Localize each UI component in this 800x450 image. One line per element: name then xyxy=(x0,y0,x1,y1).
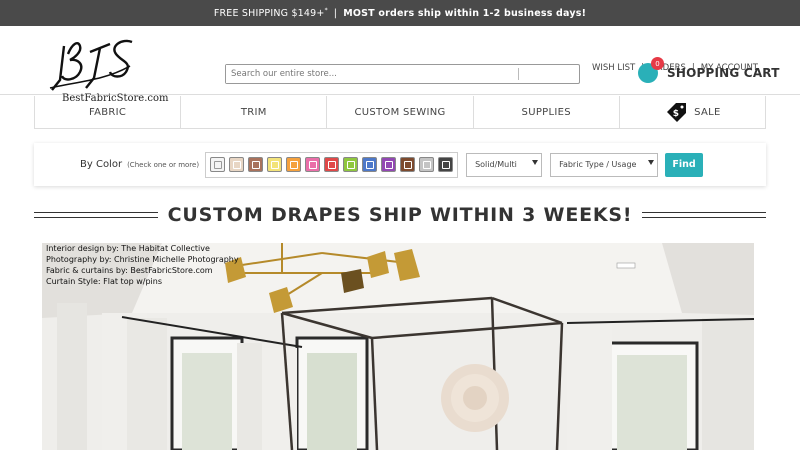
color-swatch[interactable] xyxy=(305,157,321,172)
shopping-cart-link[interactable]: 0 SHOPPING CART xyxy=(638,57,780,83)
main-nav: FABRIC TRIM CUSTOM SEWING SUPPLIES $ SAL… xyxy=(34,96,766,129)
fabric-type-select[interactable]: Fabric Type / Usage xyxy=(550,152,659,177)
promo-shipping-text: FREE SHIPPING $149+ xyxy=(213,8,325,20)
nav-item-label: SALE xyxy=(694,106,721,118)
credit-curtain-style: Curtain Style: Flat top w/pins xyxy=(46,277,162,286)
chevron-down-icon xyxy=(648,159,655,165)
site-header: BestFabricStore.com WISH LIST | ORDERS |… xyxy=(0,26,800,104)
chevron-down-icon xyxy=(532,159,539,165)
swatch-checkbox[interactable] xyxy=(403,160,412,169)
nav-item-trim[interactable]: TRIM xyxy=(181,96,328,128)
credit-fabric: Fabric & curtains by: BestFabricStore.co… xyxy=(46,266,213,275)
search-box xyxy=(225,64,580,84)
credit-photography: Photography by: Christine Michelle Photo… xyxy=(46,255,239,264)
pattern-select[interactable]: Solid/Multi xyxy=(466,152,543,177)
swatch-checkbox[interactable] xyxy=(441,160,450,169)
promo-bar: FREE SHIPPING $149+* | MOST orders ship … xyxy=(0,0,800,26)
swatch-checkbox[interactable] xyxy=(270,160,279,169)
color-swatch[interactable] xyxy=(400,157,416,172)
color-swatch[interactable] xyxy=(343,157,359,172)
nav-item-fabric[interactable]: FABRIC xyxy=(35,96,182,128)
search-input[interactable] xyxy=(226,65,518,83)
promo-asterisk: * xyxy=(324,6,328,14)
color-swatch[interactable] xyxy=(362,157,378,172)
hero-image[interactable]: Interior design by: The Habitat Collecti… xyxy=(42,243,754,450)
promo-ship-time-text: MOST orders ship within 1-2 business day… xyxy=(343,7,587,19)
swatch-checkbox[interactable] xyxy=(308,160,317,169)
color-swatch[interactable] xyxy=(210,157,226,172)
color-swatch[interactable] xyxy=(229,157,245,172)
color-swatch[interactable] xyxy=(438,157,454,172)
nav-item-label: CUSTOM SEWING xyxy=(354,106,446,118)
swatch-checkbox[interactable] xyxy=(232,160,241,169)
swatch-checkbox[interactable] xyxy=(289,160,298,169)
color-swatch[interactable] xyxy=(286,157,302,172)
credit-interior-design: Interior design by: The Habitat Collecti… xyxy=(46,244,210,253)
logo-icon[interactable] xyxy=(46,32,156,92)
cart-label[interactable]: SHOPPING CART xyxy=(667,66,780,80)
nav-item-sale[interactable]: $ SALE xyxy=(620,96,765,128)
nav-item-supplies[interactable]: SUPPLIES xyxy=(474,96,620,128)
color-swatches xyxy=(205,151,459,178)
wish-list-link[interactable]: WISH LIST xyxy=(592,63,635,73)
color-swatch[interactable] xyxy=(419,157,435,172)
swatch-checkbox[interactable] xyxy=(346,160,355,169)
nav-item-label: FABRIC xyxy=(88,106,127,118)
color-swatch[interactable] xyxy=(381,157,397,172)
swatch-checkbox[interactable] xyxy=(365,160,374,169)
nav-item-label: SUPPLIES xyxy=(521,106,571,118)
search-button[interactable] xyxy=(519,65,579,83)
nav-item-label: TRIM xyxy=(240,106,267,118)
swatch-checkbox[interactable] xyxy=(327,160,336,169)
color-swatch[interactable] xyxy=(248,157,264,172)
sale-tag-icon: $ xyxy=(667,103,687,122)
swatch-checkbox[interactable] xyxy=(213,160,222,169)
cart-icon[interactable]: 0 xyxy=(638,57,664,83)
promo-banner: CUSTOM DRAPES SHIP WITHIN 3 WEEKS! xyxy=(34,203,767,227)
pattern-select-value: Solid/Multi xyxy=(475,160,517,169)
promo-separator: | xyxy=(333,7,338,19)
color-swatch[interactable] xyxy=(267,157,283,172)
color-swatch[interactable] xyxy=(324,157,340,172)
filter-hint: (Check one or more) xyxy=(127,160,200,169)
find-button[interactable]: Find xyxy=(665,152,704,177)
cart-count-badge: 0 xyxy=(651,57,664,70)
swatch-checkbox[interactable] xyxy=(251,160,260,169)
filter-label: By Color xyxy=(80,159,123,170)
swatch-checkbox[interactable] xyxy=(422,160,431,169)
photo-credits: Interior design by: The Habitat Collecti… xyxy=(46,243,239,287)
color-filter-bar: By Color (Check one or more) Solid/Multi… xyxy=(34,143,766,186)
banner-rule-right xyxy=(642,212,767,218)
sale-tag-symbol: $ xyxy=(673,109,680,119)
nav-item-custom-sewing[interactable]: CUSTOM SEWING xyxy=(327,96,474,128)
fabric-type-select-value: Fabric Type / Usage xyxy=(559,160,637,169)
banner-title: CUSTOM DRAPES SHIP WITHIN 3 WEEKS! xyxy=(167,204,633,226)
banner-rule-left xyxy=(34,212,158,218)
swatch-checkbox[interactable] xyxy=(384,160,393,169)
